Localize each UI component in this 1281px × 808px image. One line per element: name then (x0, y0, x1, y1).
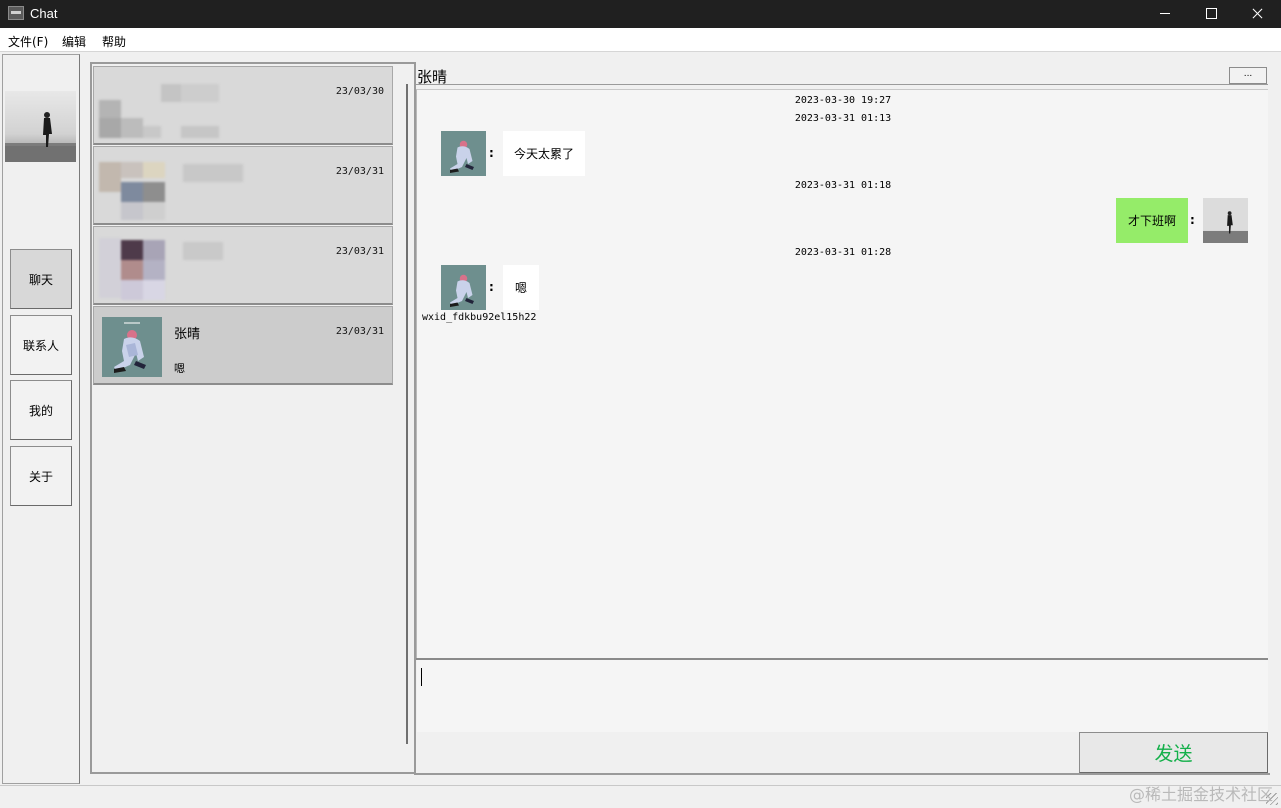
conversation-item[interactable]: 23/03/31 (93, 146, 393, 225)
close-icon[interactable] (1234, 0, 1280, 28)
contact-avatar (102, 317, 162, 377)
nav-contacts-button[interactable]: 联系人 (10, 315, 72, 375)
sender-colon: : (489, 146, 494, 160)
message-input[interactable] (417, 660, 1268, 732)
maximize-icon[interactable] (1188, 0, 1234, 28)
blurred-avatar (99, 152, 249, 222)
menu-file[interactable]: 文件(F) (8, 33, 48, 50)
conversation-name: 张晴 (174, 327, 201, 342)
status-bar (0, 785, 1281, 808)
message-bubble[interactable]: 嗯 (503, 265, 539, 310)
sender-id: wxid_fdkbu92el15h22 (422, 312, 537, 323)
menu-help[interactable]: 帮助 (102, 33, 126, 50)
app-icon (8, 6, 24, 20)
chat-window: Chat 文件(F) 编辑 帮助 聊天 联系人 我的 关于 23/03/30 2… (0, 0, 1281, 808)
conversation-date: 23/03/31 (335, 326, 384, 337)
title-divider (416, 84, 1268, 85)
menu-bar: 文件(F) 编辑 帮助 (0, 28, 1281, 52)
more-button[interactable]: ... (1229, 67, 1267, 84)
title-bar[interactable]: Chat (0, 0, 1281, 28)
conversation-item[interactable]: 23/03/31 (93, 226, 393, 305)
nav-mine-button[interactable]: 我的 (10, 380, 72, 440)
blurred-avatar (99, 72, 219, 142)
send-button[interactable]: 发送 (1079, 732, 1268, 773)
conversation-list: 23/03/30 23/03/31 23/03/31 张晴 23/03/31 嗯 (90, 62, 416, 774)
watermark: @稀土掘金技术社区 (1128, 785, 1273, 804)
nav-chat-button[interactable]: 聊天 (10, 249, 72, 309)
nav-about-button[interactable]: 关于 (10, 446, 72, 506)
text-caret (421, 668, 422, 686)
window-title: Chat (30, 6, 58, 21)
blurred-avatar (99, 232, 229, 304)
message-bubble[interactable]: 今天太累了 (503, 131, 586, 176)
conversation-item[interactable]: 23/03/30 (93, 66, 393, 145)
chat-pane-border (414, 773, 1270, 775)
sender-colon: : (1190, 213, 1195, 227)
self-avatar-small[interactable] (1203, 198, 1248, 243)
message-bubble-self[interactable]: 才下班啊 (1116, 198, 1188, 243)
conversation-date: 23/03/31 (335, 166, 384, 177)
left-nav: 聊天 联系人 我的 关于 (2, 54, 80, 784)
self-avatar[interactable] (5, 91, 76, 162)
minimize-icon[interactable] (1142, 0, 1188, 28)
message-timestamp: 2023-03-31 01:13 (794, 113, 892, 124)
contact-avatar[interactable] (441, 265, 486, 310)
conversation-date: 23/03/30 (335, 86, 384, 97)
message-timestamp: 2023-03-31 01:18 (794, 180, 892, 191)
conversation-last-message: 嗯 (174, 362, 185, 375)
message-timestamp: 2023-03-30 19:27 (794, 95, 892, 106)
conversation-item-selected[interactable]: 张晴 23/03/31 嗯 (93, 306, 393, 385)
conversation-date: 23/03/31 (335, 246, 384, 257)
contact-avatar[interactable] (441, 131, 486, 176)
sender-colon: : (489, 280, 494, 294)
conversation-list-scrollbar[interactable] (406, 84, 408, 744)
menu-edit[interactable]: 编辑 (62, 33, 86, 50)
message-area[interactable]: 2023-03-30 19:27 2023-03-31 01:13 : 今天太累… (416, 89, 1268, 659)
message-timestamp: 2023-03-31 01:28 (794, 247, 892, 258)
